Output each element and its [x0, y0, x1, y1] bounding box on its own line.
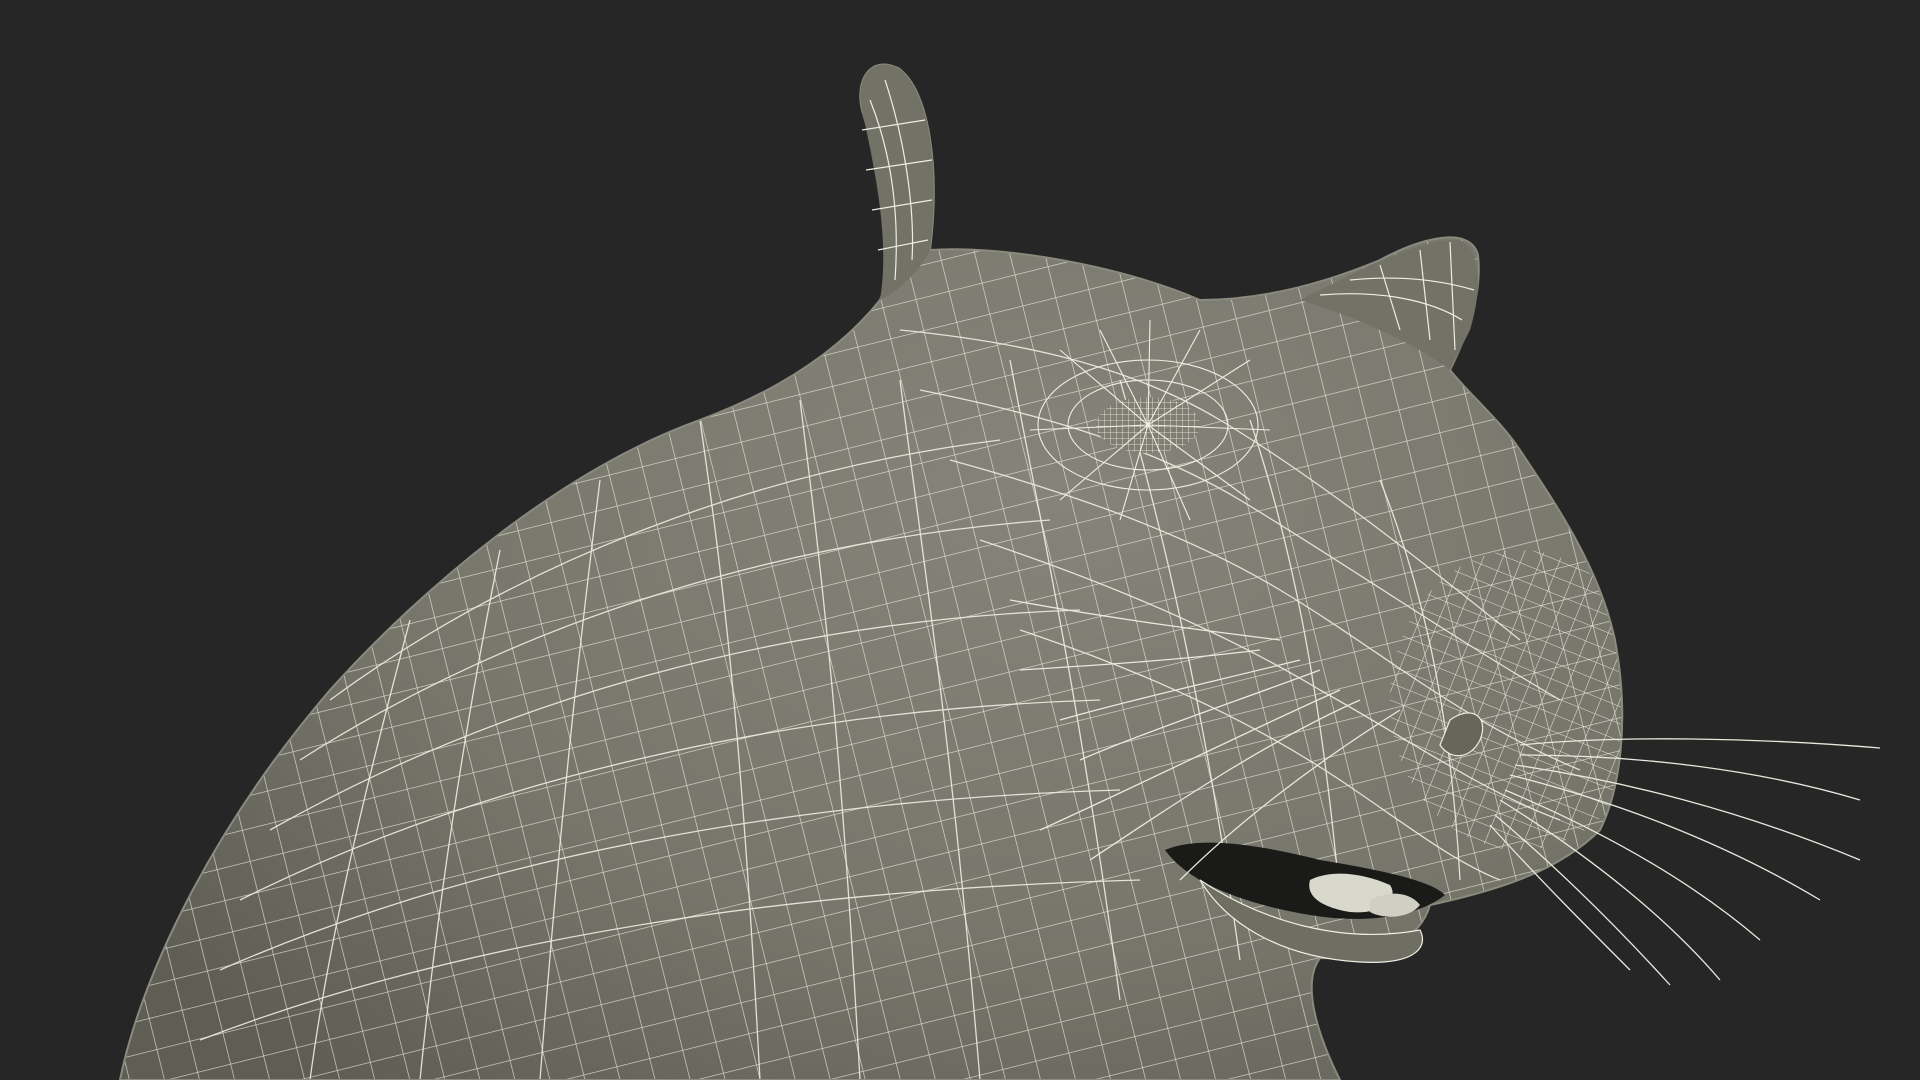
viewport	[0, 0, 1920, 1080]
mesh-body	[119, 63, 1624, 1080]
wireframe-render	[119, 63, 1881, 1080]
